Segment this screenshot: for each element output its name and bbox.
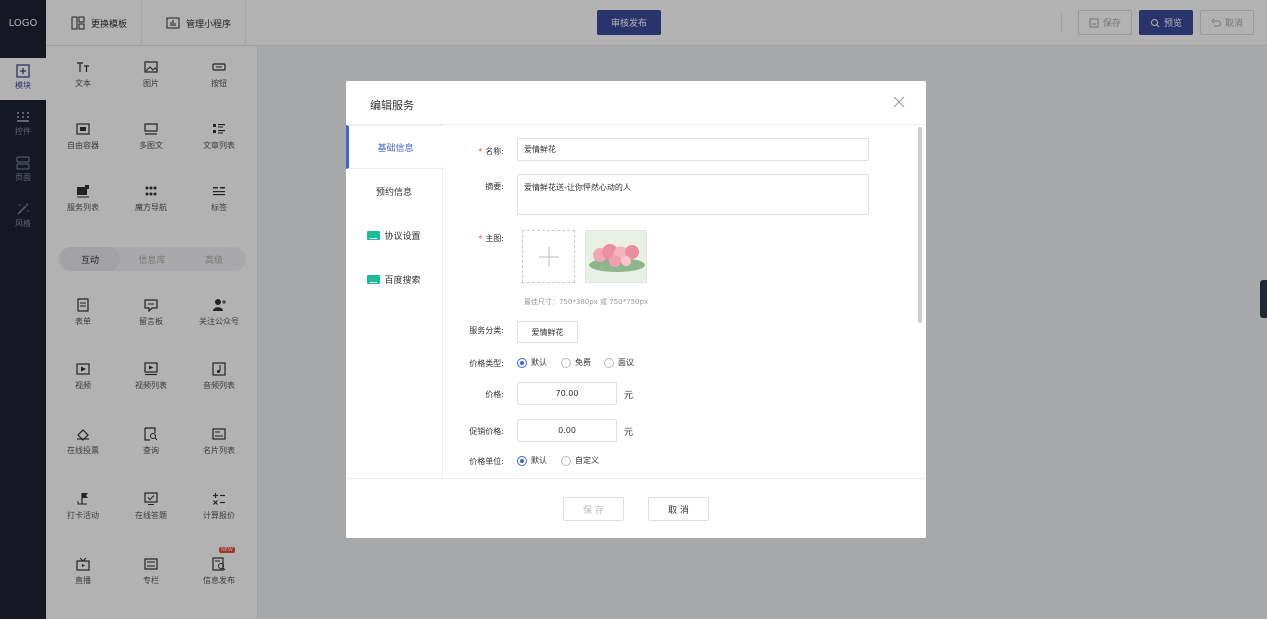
price-type-negotiable-radio[interactable]: 面议 (604, 357, 634, 368)
summary-label: 摘要: (485, 182, 504, 191)
modal-tabs: 基础信息 预约信息 协议设置 百度搜索 (346, 125, 443, 478)
price-label: 价格: (485, 390, 504, 399)
promo-price-label: 促销价格: (469, 427, 504, 436)
price-unit-custom-radio[interactable]: 自定义 (561, 455, 599, 466)
category-label: 服务分类: (469, 326, 504, 335)
tab-label: 百度搜索 (384, 275, 421, 286)
tab-baidu-search[interactable]: 百度搜索 (346, 257, 442, 301)
summary-textarea[interactable]: 爱情鲜花送-让你怦然心动的人 (517, 174, 869, 215)
price-type-label: 价格类型: (469, 359, 504, 368)
form-scrollbar[interactable] (918, 125, 922, 478)
price-type-free-radio[interactable]: 免费 (561, 357, 591, 368)
promo-currency: 元 (624, 428, 634, 438)
close-icon[interactable] (892, 95, 906, 109)
image-thumbnail[interactable] (585, 230, 647, 283)
vip-icon (367, 274, 381, 284)
price-currency: 元 (624, 391, 634, 401)
roses-image (586, 231, 646, 282)
name-label: * 名称: (478, 147, 504, 156)
tab-agreement[interactable]: 协议设置 (346, 213, 442, 257)
plus-icon (538, 246, 559, 267)
radio-dot (517, 455, 527, 466)
service-form: * 名称: 爱情鲜花 摘要: 爱情鲜花送-让你怦然心动的人 * 主图: 最佳尺寸：7… (444, 125, 914, 478)
radio-dot (517, 357, 527, 368)
divider (442, 167, 443, 478)
price-unit-label: 价格单位: (469, 457, 504, 466)
tab-label: 预约信息 (375, 187, 412, 198)
promo-price-input[interactable]: 0.00 (517, 419, 617, 442)
image-upload[interactable] (522, 230, 575, 283)
image-size-hint: 最佳尺寸：750*380px 或 750*750px (524, 298, 649, 306)
price-input[interactable]: 70.00 (517, 382, 617, 405)
modal-title: 编辑服务 (370, 99, 414, 112)
price-type-default-radio[interactable]: 默认 (517, 357, 547, 368)
edit-service-modal: 编辑服务 基础信息 预约信息 协议设置 百度搜索 * 名称: 爱情鲜花 摘要: 爱… (346, 81, 926, 538)
vip-icon (367, 230, 381, 240)
radio-dot (604, 357, 614, 368)
radio-dot (561, 455, 571, 466)
price-unit-default-radio[interactable]: 默认 (517, 455, 547, 466)
tab-booking-info[interactable]: 预约信息 (346, 169, 442, 213)
name-input[interactable]: 爱情鲜花 (517, 138, 869, 161)
tab-basic-info[interactable]: 基础信息 (346, 125, 442, 169)
scrollbar-thumb[interactable] (918, 127, 922, 323)
modal-cancel-button[interactable]: 取 消 (648, 497, 709, 521)
tab-label: 协议设置 (384, 231, 421, 242)
divider (346, 478, 926, 479)
category-tag[interactable]: 爱情鲜花 (517, 321, 578, 343)
tab-label: 基础信息 (377, 143, 414, 154)
modal-save-button[interactable]: 保 存 (563, 497, 624, 521)
image-label: * 主图: (478, 234, 504, 243)
radio-dot (561, 357, 571, 368)
